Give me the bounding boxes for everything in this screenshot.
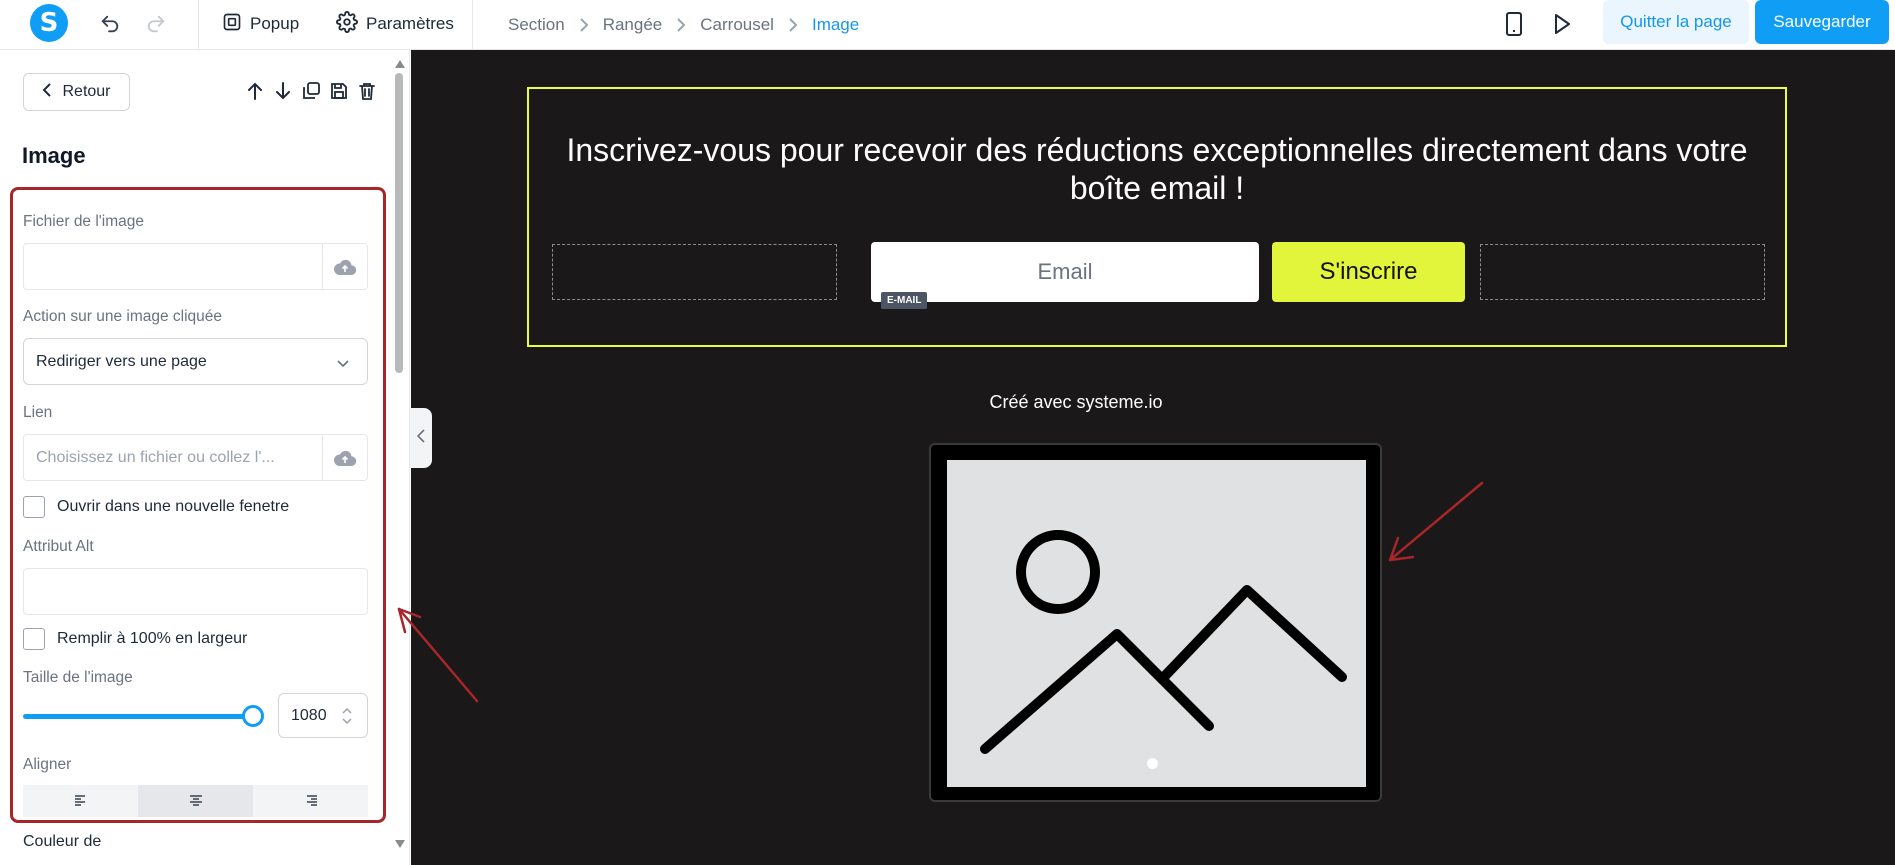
sidebar-scrollbar[interactable] [395,73,403,373]
image-size-slider-handle[interactable] [242,705,264,727]
gear-icon [336,10,358,38]
toolbar-divider [198,0,199,50]
align-label: Aligner [23,756,72,773]
breadcrumb-carousel[interactable]: Carrousel [700,15,774,35]
email-field-tag: E-MAIL [881,292,928,309]
signup-button[interactable]: S'inscrire [1272,242,1465,302]
new-window-checkbox[interactable] [23,496,45,518]
image-file-label: Fichier de l'image [23,213,144,230]
popup-label: Popup [250,14,300,33]
align-left-icon[interactable] [23,785,138,817]
undo-icon[interactable] [96,10,124,38]
link-placeholder: Choisissez un fichier ou collez l'... [36,449,275,466]
panel-title: Image [22,143,86,168]
stepper-icon[interactable] [341,706,353,731]
full-width-label: Remplir à 100% en largeur [57,630,248,647]
popup-icon [222,12,242,37]
breadcrumb-image[interactable]: Image [812,15,859,35]
collapse-sidebar-button[interactable] [410,408,432,468]
carousel-dot[interactable] [1147,758,1158,769]
arrow-up-icon[interactable] [244,80,266,102]
email-placeholder: Email [1037,259,1093,284]
email-input[interactable]: Email [871,242,1259,302]
empty-column-left[interactable] [552,244,837,300]
full-width-checkbox[interactable] [23,628,45,650]
new-window-label: Ouvrir dans une nouvelle fenetre [57,498,290,515]
scroll-down-icon[interactable] [394,836,406,854]
cloud-upload-icon[interactable] [322,435,367,480]
breadcrumb-section[interactable]: Section [508,15,565,35]
settings-sidebar: Retour Image Fichier de l'image Action s… [0,50,410,865]
scroll-up-icon[interactable] [394,56,406,74]
image-size-slider-track[interactable] [23,714,253,719]
mobile-icon[interactable] [1500,10,1528,38]
align-center-icon[interactable] [138,785,253,817]
breadcrumb: Section Rangée Carrousel Image [508,12,859,38]
breadcrumb-row[interactable]: Rangée [603,15,663,35]
carousel-image[interactable] [929,443,1382,802]
logo-s-icon[interactable]: S [30,4,68,42]
toolbar-divider [472,0,473,50]
top-toolbar: S Popup Paramètres Section Rangée Carrou… [0,0,1895,50]
back-label: Retour [62,83,111,100]
chevron-right-icon [788,18,798,32]
chevron-right-icon [579,18,589,32]
link-label: Lien [23,404,53,421]
cloud-upload-icon[interactable] [322,244,367,289]
redo-icon[interactable] [142,10,170,38]
signup-title: Inscrivez-vous pour recevoir des réducti… [566,132,1748,206]
color-label: Couleur de [23,833,102,850]
align-button-group [23,785,368,817]
click-action-select[interactable]: Rediriger vers une page [23,338,368,385]
click-action-label: Action sur une image cliquée [23,308,223,325]
trash-icon[interactable] [356,80,378,102]
settings-button[interactable]: Paramètres [336,8,454,40]
new-window-option[interactable]: Ouvrir dans une nouvelle fenetre [23,496,289,518]
image-size-value: 1080 [291,706,327,724]
image-size-input[interactable]: 1080 [278,693,368,738]
signup-section[interactable]: Inscrivez-vous pour recevoir des réducti… [527,87,1787,347]
copy-icon[interactable] [300,80,322,102]
empty-column-right[interactable] [1480,244,1765,300]
chevron-left-icon [42,82,52,102]
image-size-label: Taille de l'image [23,669,133,686]
chevron-right-icon [676,18,686,32]
credit-text: Créé avec systeme.io [989,392,1163,412]
full-width-option[interactable]: Remplir à 100% en largeur [23,628,247,650]
link-input[interactable]: Choisissez un fichier ou collez l'... [23,434,368,481]
click-action-value: Rediriger vers une page [36,352,207,370]
alt-attribute-label: Attribut Alt [23,538,94,555]
page-canvas: Inscrivez-vous pour recevoir des réducti… [411,50,1895,865]
save-button[interactable]: Sauvegarder [1755,0,1889,44]
quit-page-button[interactable]: Quitter la page [1603,0,1749,44]
arrow-down-icon[interactable] [272,80,294,102]
save-icon[interactable] [328,80,350,102]
image-placeholder-icon [947,460,1366,787]
play-icon[interactable] [1548,10,1576,38]
settings-label: Paramètres [366,14,454,33]
chevron-left-icon [416,428,425,448]
align-right-icon[interactable] [253,785,368,817]
element-actions [244,80,378,102]
popup-button[interactable]: Popup [222,8,299,40]
back-button[interactable]: Retour [23,73,130,111]
image-file-input[interactable] [23,243,368,290]
chevron-down-icon [337,355,349,373]
alt-attribute-input[interactable] [23,568,368,615]
